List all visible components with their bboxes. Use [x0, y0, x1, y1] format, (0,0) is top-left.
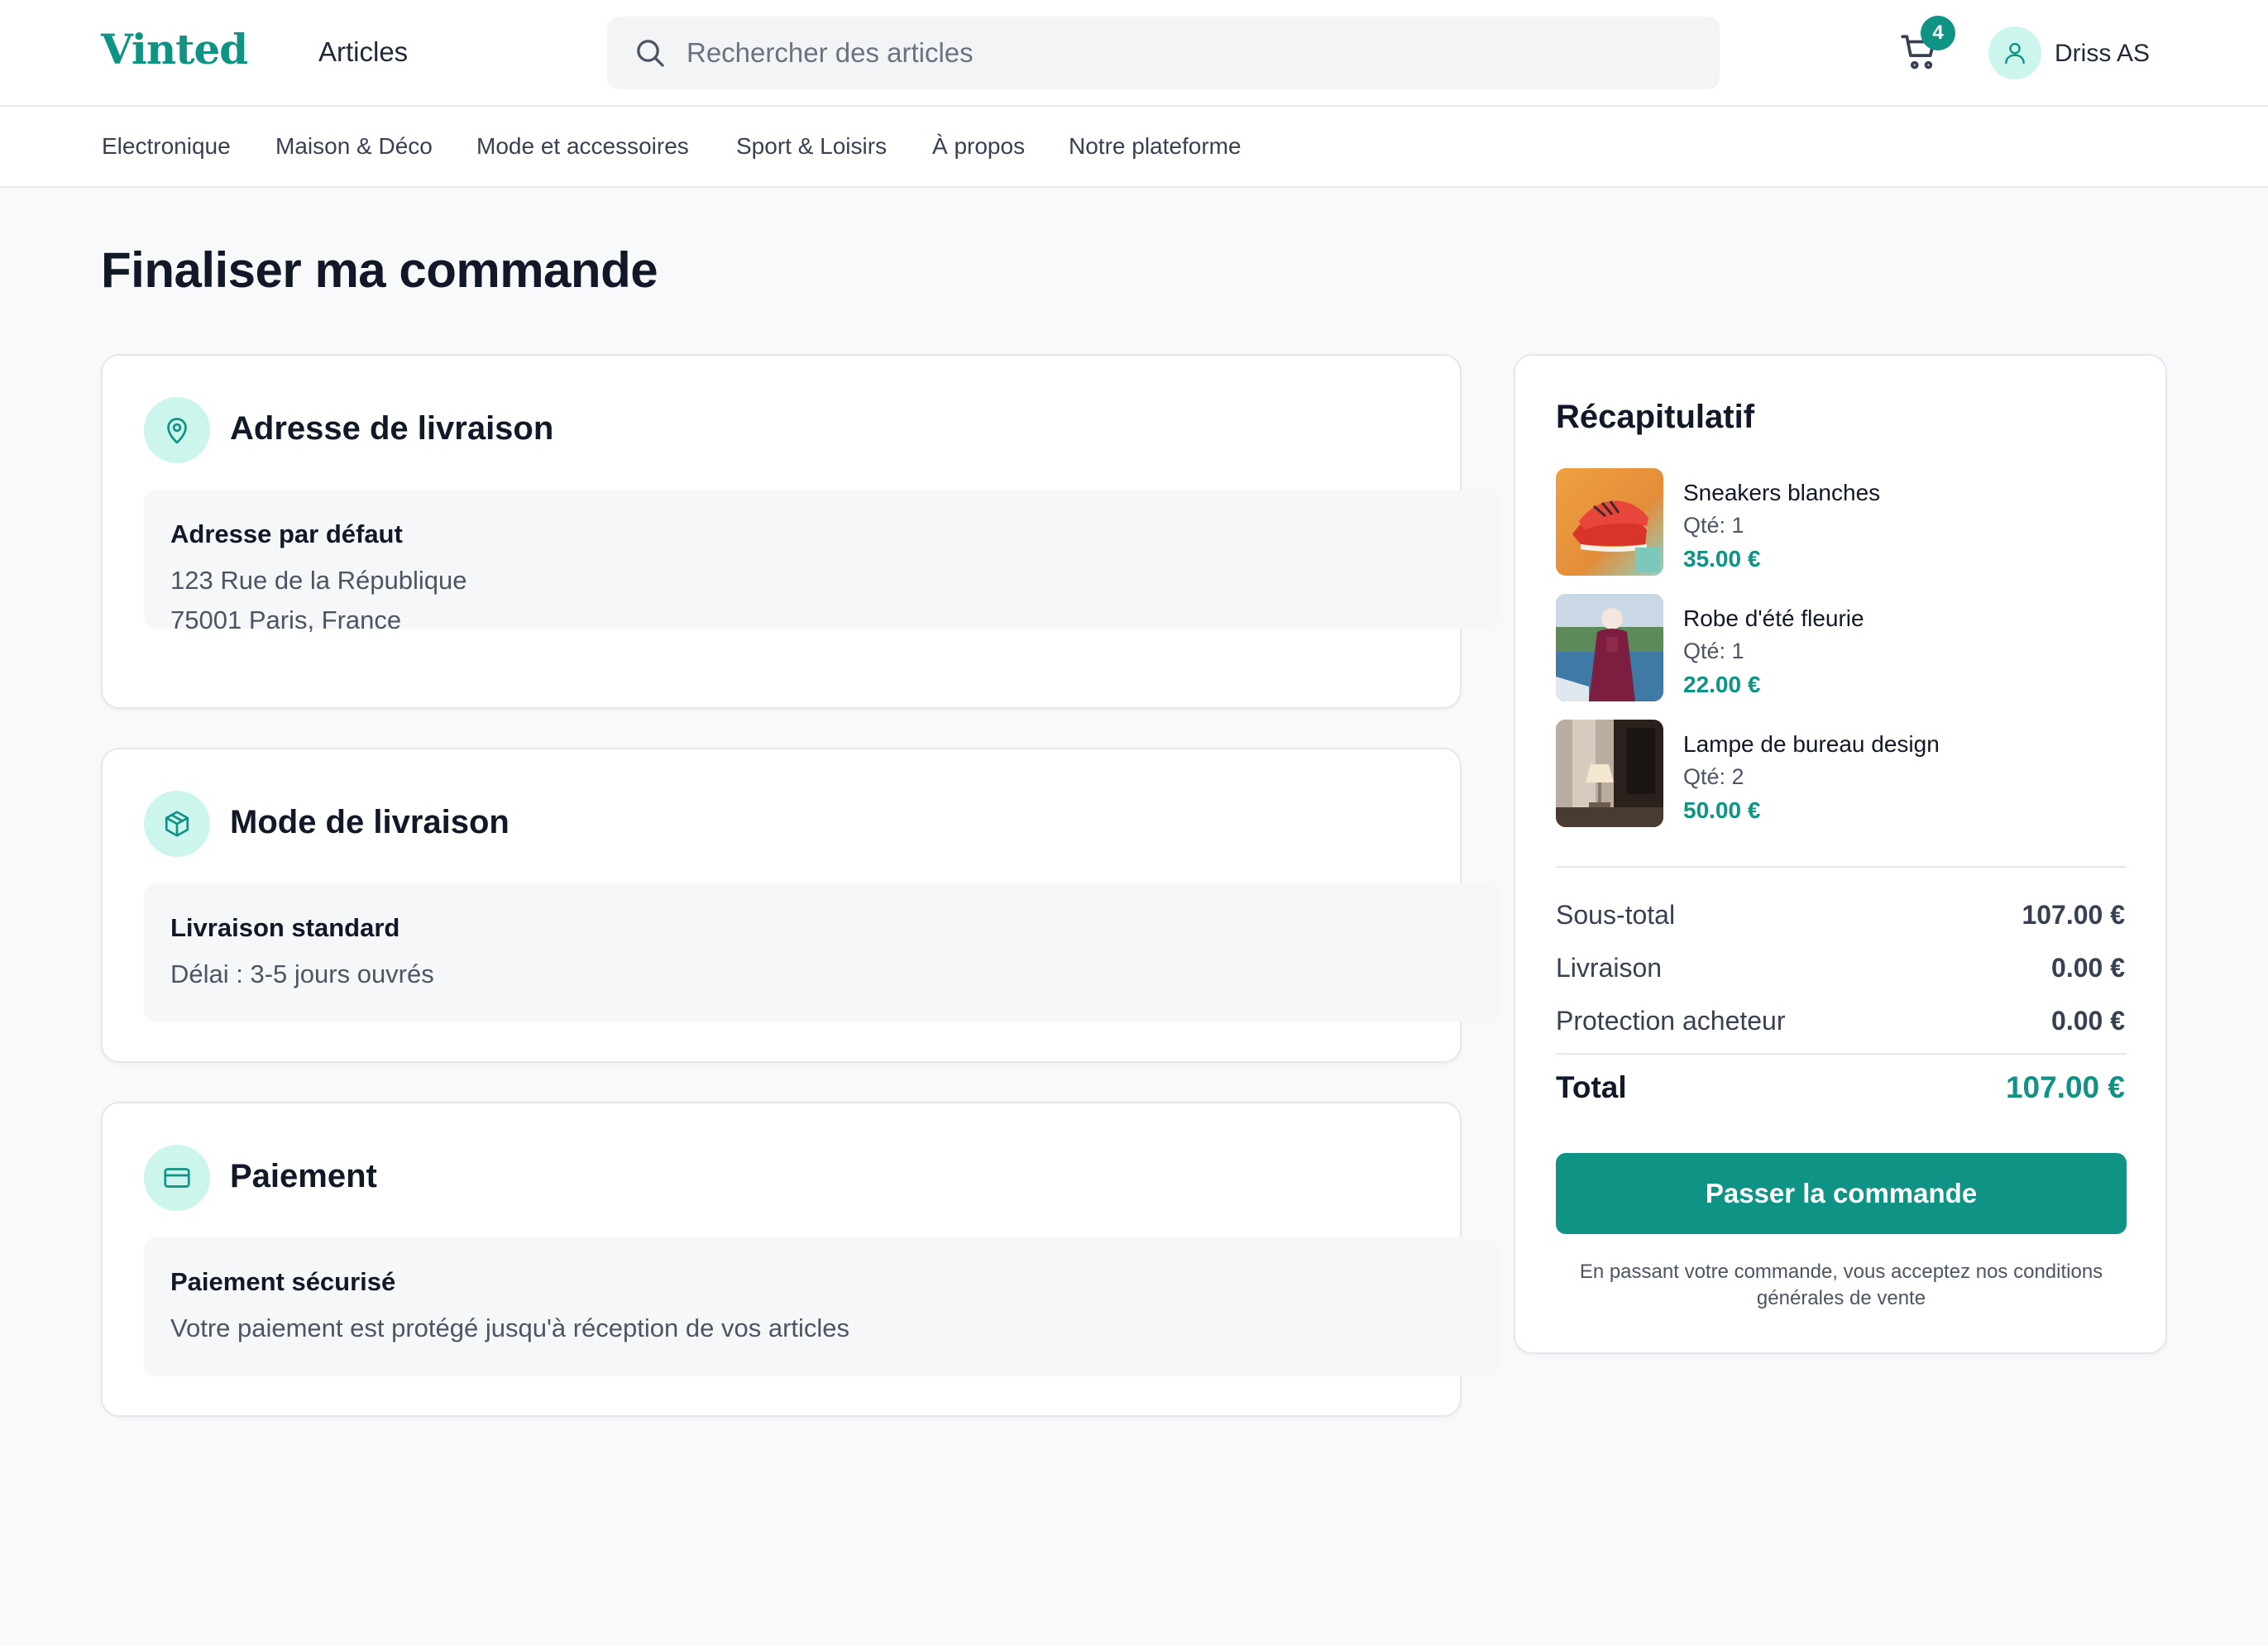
buyer-protection-value: 0.00 € [2051, 1006, 2125, 1036]
search-bar[interactable] [607, 17, 1720, 89]
category-a-propos[interactable]: À propos [932, 133, 1025, 160]
package-icon [165, 811, 189, 837]
item-name: Robe d'été fleurie [1683, 605, 1864, 631]
category-maison-deco[interactable]: Maison & Déco [275, 133, 433, 160]
item-quantity: Qté: 1 [1683, 513, 1744, 538]
shipping-delay: Délai : 3-5 jours ouvrés [170, 959, 434, 988]
shipping-cost-value: 0.00 € [2051, 953, 2125, 983]
user-name: Driss AS [2055, 40, 2151, 67]
category-sport-loisirs[interactable]: Sport & Loisirs [736, 133, 887, 160]
item-price: 50.00 € [1683, 797, 1761, 823]
summary-divider [1556, 866, 2127, 868]
total-divider [1556, 1053, 2127, 1055]
item-quantity: Qté: 2 [1683, 764, 1744, 789]
item-price: 22.00 € [1683, 672, 1761, 697]
summary-item[interactable]: Lampe de bureau design Qté: 2 50.00 € [1556, 720, 2127, 827]
secure-payment-box[interactable]: Paiement sécurisé Votre paiement est pro… [144, 1237, 1500, 1376]
place-order-button[interactable]: Passer la commande [1556, 1153, 2127, 1234]
terms-notice: En passant votre commande, vous acceptez… [1579, 1261, 2103, 1309]
subtotal-label: Sous-total [1556, 900, 1676, 930]
map-pin-icon [167, 418, 187, 444]
item-name: Sneakers blanches [1683, 480, 1881, 505]
address-box-title: Adresse par défaut [170, 519, 403, 548]
address-icon-badge [144, 397, 210, 463]
item-price: 35.00 € [1683, 546, 1761, 572]
shipping-box-title: Livraison standard [170, 913, 400, 942]
order-summary-card: Récapitulatif Sneakers blanches Qté: 1 3… [1514, 354, 2167, 1354]
search-input[interactable] [687, 17, 1696, 89]
category-mode-accessoires[interactable]: Mode et accessoires [476, 133, 689, 160]
payment-icon-badge [144, 1145, 210, 1211]
item-name: Lampe de bureau design [1683, 731, 1940, 757]
category-nav: Electronique Maison & Déco Mode et acces… [0, 107, 2268, 188]
payment-card: Paiement Paiement sécurisé Votre paiemen… [101, 1102, 1500, 1417]
page-title: Finaliser ma commande [101, 242, 658, 298]
buyer-protection-label: Protection acheteur [1556, 1006, 1786, 1036]
item-image-dress [1556, 594, 1663, 701]
address-line-1: 123 Rue de la République [170, 566, 467, 595]
item-image-sneakers [1556, 468, 1663, 576]
vinted-logo[interactable]: Vinted [101, 25, 248, 74]
shipping-card: Mode de livraison Livraison standard Dél… [101, 748, 1500, 1063]
cart-count-badge: 4 [1921, 16, 1955, 50]
user-icon [2005, 42, 2025, 65]
payment-protection-text: Votre paiement est protégé jusqu'à récep… [170, 1313, 850, 1342]
total-value: 107.00 € [2005, 1070, 2125, 1104]
shipping-section-title: Mode de livraison [230, 804, 510, 840]
category-notre-plateforme[interactable]: Notre plateforme [1069, 133, 1242, 160]
payment-section-title: Paiement [230, 1158, 377, 1194]
shipping-icon-badge [144, 791, 210, 857]
credit-card-icon [164, 1168, 190, 1188]
item-quantity: Qté: 1 [1683, 639, 1744, 663]
summary-item[interactable]: Robe d'été fleurie Qté: 1 22.00 € [1556, 594, 2127, 701]
search-icon [637, 40, 664, 67]
address-line-2: 75001 Paris, France [170, 605, 402, 634]
top-header: Vinted Articles 4 Driss AS [0, 0, 2268, 107]
default-address-box[interactable]: Adresse par défaut 123 Rue de la Républi… [144, 490, 1500, 634]
category-electronique[interactable]: Electronique [102, 133, 231, 160]
item-image-lamp [1556, 720, 1663, 827]
summary-title: Récapitulatif [1556, 399, 1755, 435]
nav-articles-link[interactable]: Articles [318, 36, 408, 68]
total-label: Total [1556, 1070, 1627, 1104]
address-card: Adresse de livraison Adresse par défaut … [101, 354, 1500, 709]
shipping-cost-label: Livraison [1556, 953, 1663, 983]
summary-item[interactable]: Sneakers blanches Qté: 1 35.00 € [1556, 468, 2127, 576]
avatar [1988, 26, 2041, 79]
payment-box-title: Paiement sécurisé [170, 1267, 396, 1296]
address-section-title: Adresse de livraison [230, 410, 554, 447]
standard-shipping-box[interactable]: Livraison standard Délai : 3-5 jours ouv… [144, 883, 1500, 1022]
subtotal-value: 107.00 € [2022, 900, 2125, 930]
